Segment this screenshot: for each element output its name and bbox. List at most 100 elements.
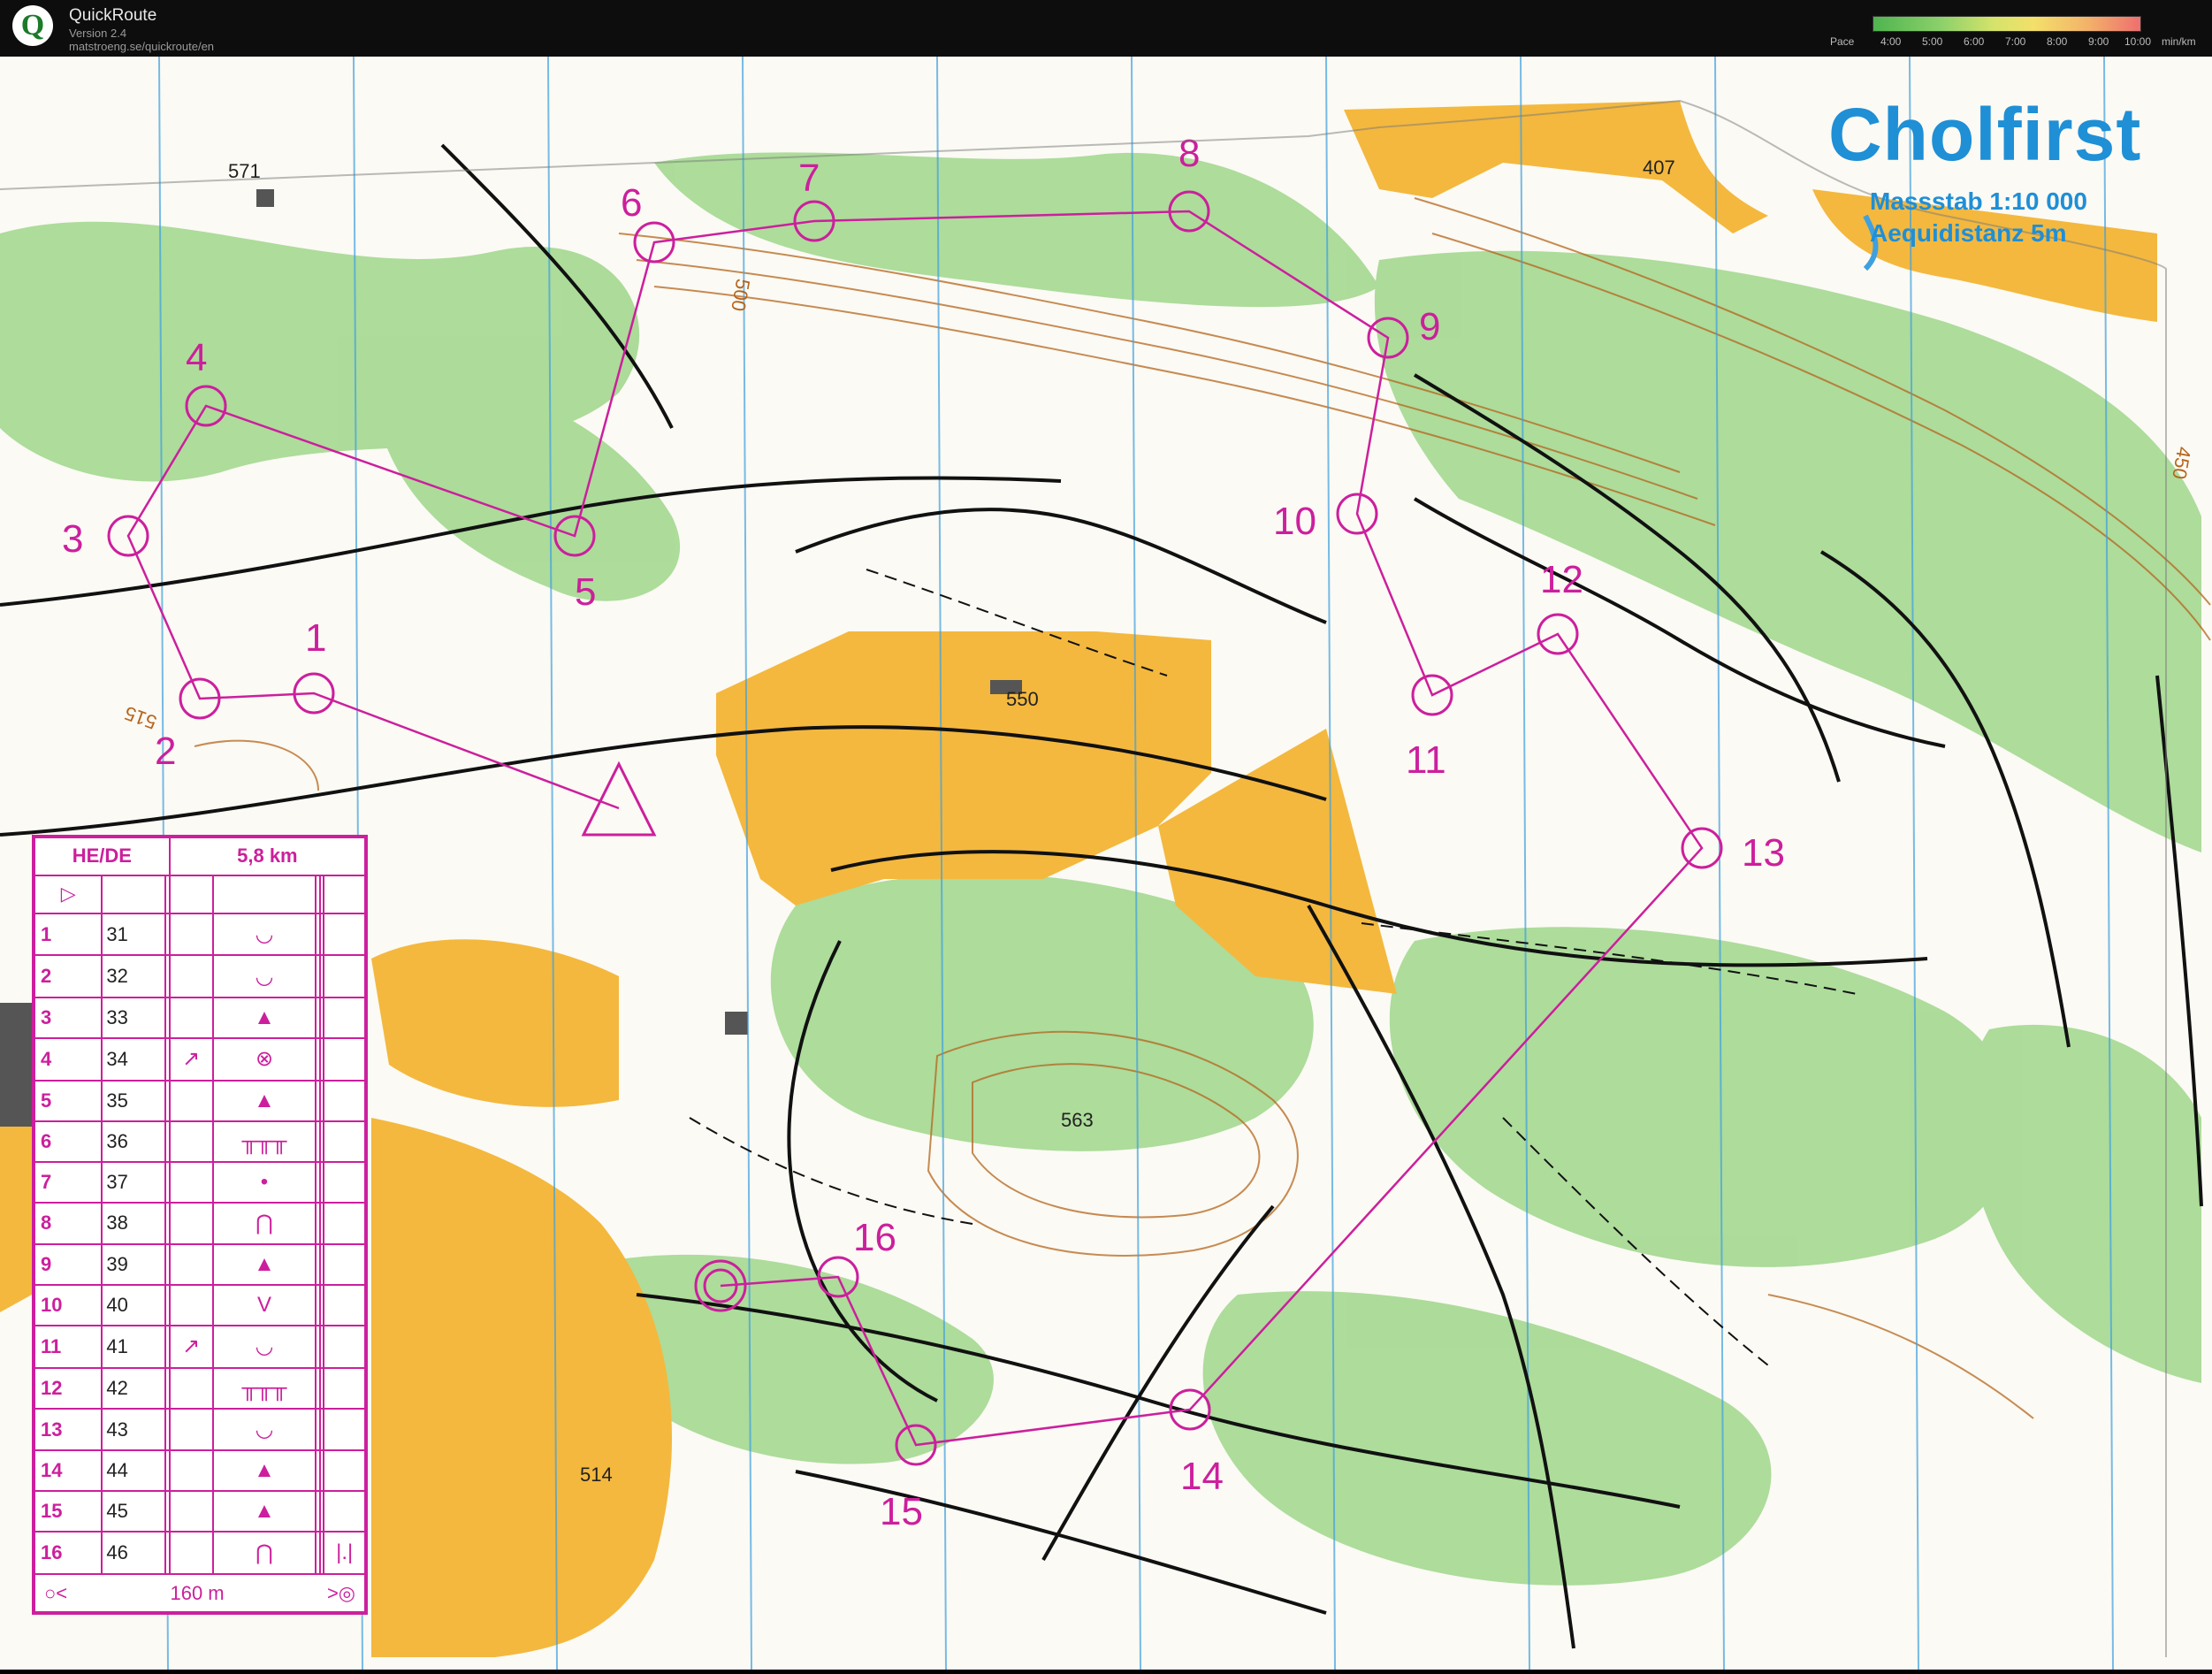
direction-symbol <box>168 1201 214 1246</box>
control-code: 32 <box>101 954 167 998</box>
control-description-row: 6 36 ╥╥╥ <box>33 1120 366 1163</box>
app-name: QuickRoute <box>69 6 157 25</box>
quickroute-logo-icon: Q <box>12 5 53 46</box>
spot-height: 550 <box>1006 688 1039 710</box>
control-description-row: 2 32 ◡ <box>33 954 366 998</box>
orienteering-map[interactable]: 1 2 3 4 5 6 7 8 9 10 11 12 13 14 15 16 5… <box>0 56 2212 1670</box>
finish-distance: 160 m <box>170 1581 225 1604</box>
control-seq: 9 <box>33 1243 103 1287</box>
direction-symbol <box>168 1531 214 1576</box>
course-length: 5,8 km <box>168 837 367 876</box>
control-seq: 8 <box>33 1201 103 1246</box>
feature-symbol: ▲ <box>211 1079 317 1122</box>
col-other <box>323 1449 366 1493</box>
col-other: |.| <box>323 1531 366 1576</box>
col-other <box>323 1284 366 1327</box>
direction-symbol <box>168 1366 214 1410</box>
control-number: 6 <box>621 181 642 225</box>
pace-tick: 4:00 <box>1880 35 1902 48</box>
feature-symbol: ◡ <box>211 1407 317 1452</box>
control-description-row: 8 38 ⋂ <box>33 1201 366 1246</box>
control-seq: 3 <box>33 996 103 1040</box>
feature-symbol: ◡ <box>211 912 317 957</box>
control-seq: 12 <box>33 1366 103 1410</box>
control-description-row: 1 31 ◡ <box>33 912 366 957</box>
direction-symbol: ↗ <box>168 1325 214 1369</box>
control-description-sheet: HE/DE 5,8 km ▷ 1 31 ◡ 2 32 ◡ 3 33 ▲ 4 34 ↗ ⊗ 5 35 ▲ 6 36 ╥… <box>32 835 368 1615</box>
pace-tick: 9:00 <box>2088 35 2109 48</box>
map-title: Cholfirst <box>1828 93 2142 176</box>
control-seq: 7 <box>33 1160 103 1204</box>
map-contour-interval: Aequidistanz 5m <box>1870 219 2067 247</box>
col-other <box>323 996 366 1040</box>
map-scale: Massstab 1:10 000 <box>1870 187 2087 215</box>
control-code: 37 <box>101 1160 167 1204</box>
control-seq: 10 <box>33 1284 103 1327</box>
feature-symbol: ▲ <box>211 996 317 1040</box>
control-seq: 6 <box>33 1120 103 1163</box>
control-seq: 16 <box>33 1531 103 1576</box>
control-code: 31 <box>101 912 167 957</box>
pace-unit: min/km <box>2162 35 2196 48</box>
direction-symbol <box>168 996 214 1040</box>
pace-tick: 8:00 <box>2047 35 2068 48</box>
control-code: 43 <box>101 1407 167 1452</box>
direction-symbol <box>168 1120 214 1163</box>
col-other <box>323 1490 366 1533</box>
control-number: 1 <box>305 616 326 660</box>
feature-symbol: ╥╥╥ <box>211 1366 317 1410</box>
feature-symbol: ▲ <box>211 1243 317 1287</box>
feature-symbol: ╥╥╥ <box>211 1120 317 1163</box>
control-description-row: 10 40 V <box>33 1284 366 1327</box>
control-number: 15 <box>880 1490 923 1533</box>
control-description-row: 12 42 ╥╥╥ <box>33 1366 366 1410</box>
feature-symbol: ◡ <box>211 1325 317 1369</box>
control-code: 33 <box>101 996 167 1040</box>
direction-symbol <box>168 1284 214 1327</box>
control-code: 42 <box>101 1366 167 1410</box>
app-version: Version 2.4 <box>69 27 127 40</box>
control-description-row: 13 43 ◡ <box>33 1407 366 1452</box>
spot-height: 407 <box>1643 157 1675 179</box>
control-description-row: 14 44 ▲ <box>33 1449 366 1493</box>
pace-tick: 7:00 <box>2005 35 2026 48</box>
direction-symbol <box>168 1079 214 1122</box>
feature-symbol: ▲ <box>211 1449 317 1493</box>
control-number: 12 <box>1540 558 1583 601</box>
control-code: 46 <box>101 1531 167 1576</box>
control-number: 13 <box>1742 831 1785 875</box>
feature-symbol: V <box>211 1284 317 1327</box>
col-other <box>323 1325 366 1369</box>
control-code: 40 <box>101 1284 167 1327</box>
control-description-row: 11 41 ↗ ◡ <box>33 1325 366 1369</box>
col-other <box>323 1201 366 1246</box>
app-url[interactable]: matstroeng.se/quickroute/en <box>69 40 214 53</box>
direction-symbol <box>168 912 214 957</box>
control-description-row: 4 34 ↗ ⊗ <box>33 1037 366 1082</box>
spot-height: 563 <box>1061 1109 1094 1131</box>
control-seq: 2 <box>33 954 103 998</box>
control-description-row: 9 39 ▲ <box>33 1243 366 1287</box>
direction-symbol <box>168 954 214 998</box>
control-number: 4 <box>186 336 207 379</box>
control-description-row: 15 45 ▲ <box>33 1490 366 1533</box>
feature-symbol: • <box>211 1160 317 1204</box>
course-class: HE/DE <box>34 837 171 876</box>
control-seq: 15 <box>33 1490 103 1533</box>
feature-symbol: ⊗ <box>211 1037 317 1082</box>
col-other <box>323 1120 366 1163</box>
direction-symbol <box>168 1243 214 1287</box>
finish-row: ○< 160 m >◎ <box>34 1573 366 1613</box>
control-code: 44 <box>101 1449 167 1493</box>
pace-legend-label: Pace <box>1830 35 1855 48</box>
control-seq: 14 <box>33 1449 103 1493</box>
start-symbol: ▷ <box>33 874 103 914</box>
finish-icon: >◎ <box>326 1581 355 1604</box>
direction-symbol <box>168 1407 214 1452</box>
control-code: 35 <box>101 1079 167 1122</box>
control-seq: 1 <box>33 912 103 957</box>
control-description-row: 7 37 • <box>33 1160 366 1204</box>
control-number: 9 <box>1419 305 1440 348</box>
control-code: 38 <box>101 1201 167 1246</box>
feature-symbol: ⋂ <box>211 1531 317 1576</box>
